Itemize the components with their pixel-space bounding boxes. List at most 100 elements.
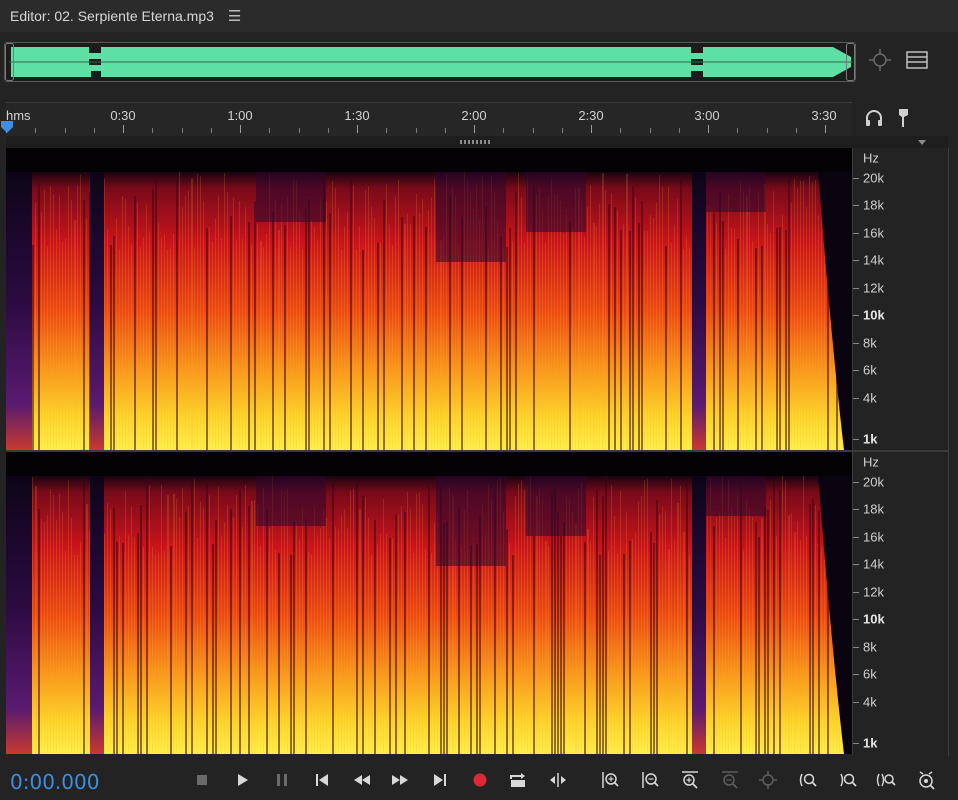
record-button[interactable] [468,768,492,792]
frequency-unit-label: Hz [863,150,879,166]
frequency-label: 12k [863,584,884,600]
frequency-tick [853,288,859,289]
zoom-to-selection-button[interactable] [756,768,780,792]
frequency-label: 12k [863,280,884,296]
current-time-display[interactable]: 0:00.000 [10,770,99,794]
ruler-tick [591,125,592,133]
list-view-icon[interactable] [906,50,928,70]
frequency-label: 1k [863,735,878,751]
overview-waveform[interactable] [4,42,856,82]
ruler-tick [93,128,95,133]
frequency-axis-right: Hz 20k 18k 16k 14k 12k 10k 8k 6k 4k 1k [852,452,948,754]
stop-icon [197,775,207,785]
zoom-in-amplitude-icon [602,772,619,788]
ruler-tick [64,128,66,133]
frequency-label: 6k [863,666,877,682]
frequency-label: 8k [863,639,877,655]
frequency-tick [853,260,859,261]
frequency-tick [853,205,859,206]
frequency-label: 10k [863,611,885,627]
play-icon [238,774,248,786]
frequency-tick [853,619,859,620]
skip-to-end-icon [434,774,446,786]
frequency-label: 4k [863,390,877,406]
frequency-label: 14k [863,252,884,268]
frequency-label: 16k [863,225,884,241]
hamburger-icon[interactable]: ☰ [228,7,241,25]
ruler-tick [327,128,329,133]
ruler-tick [181,128,183,133]
zoom-navigator-icon[interactable] [868,48,892,72]
zoom-in-time-icon [682,771,698,789]
ruler-tick [532,128,534,133]
zoom-to-selection-icon [759,771,777,789]
frequency-tick [853,592,859,593]
zoom-selection-icon [876,773,896,787]
spectrogram-channel-left[interactable] [6,148,852,450]
frequency-tick [853,743,859,744]
frequency-axis-left: Hz 20k 18k 16k 14k 12k 10k 8k 6k 4k 1k [852,148,948,450]
ruler-tick [795,128,797,133]
ruler-tick [620,128,622,133]
fast-forward-button[interactable] [388,768,412,792]
zoom-in-left-button[interactable] [796,768,820,792]
playhead-marker[interactable] [0,120,14,134]
pause-button[interactable] [270,768,294,792]
time-ruler[interactable]: hms 0:30 1:00 1:30 2:00 2:30 3:00 3:30 [6,102,852,136]
resize-grip-icon[interactable] [460,140,492,144]
ruler-tick [35,128,37,133]
zoom-out-time-icon [722,771,738,789]
zoom-out-amplitude-icon [642,772,659,788]
ruler-label: 2:30 [578,108,604,123]
rewind-button[interactable] [350,768,374,792]
skip-selection-button[interactable] [546,768,570,792]
zoom-out-time-button[interactable] [718,768,742,792]
zoom-selection-button[interactable] [874,768,898,792]
frequency-tick [853,674,859,675]
ruler-tick [737,128,739,133]
frequency-label: 16k [863,529,884,545]
ruler-label: 3:30 [811,108,837,123]
marker-pin-icon[interactable] [896,108,910,128]
frequency-tick [853,233,859,234]
zoom-in-right-button[interactable] [836,768,860,792]
ruler-tick [649,128,651,133]
spectrogram-display [6,148,852,450]
panel-title: Editor: 02. Serpiente Eterna.mp3 [10,8,214,24]
zoom-full-button[interactable] [914,768,938,792]
frequency-label: 20k [863,170,884,186]
rewind-icon [354,775,370,785]
frequency-label: 18k [863,501,884,517]
zoom-in-amplitude-button[interactable] [598,768,622,792]
ruler-tick [415,128,417,133]
ruler-label: 3:00 [694,108,720,123]
zoom-in-time-button[interactable] [678,768,702,792]
frequency-tick [853,482,859,483]
ruler-tick [357,125,358,133]
frequency-label: 1k [863,431,878,447]
skip-to-end-button[interactable] [428,768,452,792]
stop-button[interactable] [190,768,214,792]
skip-to-start-button[interactable] [310,768,334,792]
frequency-tick [853,702,859,703]
ruler-label: 1:30 [344,108,370,123]
frequency-label: 6k [863,362,877,378]
ruler-tick [474,125,475,133]
ruler-label: 1:00 [227,108,253,123]
panel-title-bar: Editor: 02. Serpiente Eterna.mp3 ☰ [0,0,958,32]
chevron-down-icon[interactable] [918,140,926,145]
ruler-tick [825,125,826,133]
fast-forward-icon [392,775,408,785]
ruler-label: 0:30 [110,108,136,123]
ruler-tick [386,128,388,133]
loop-button[interactable] [506,768,530,792]
ruler-tick [152,128,154,133]
frequency-label: 18k [863,197,884,213]
spectrogram-channel-right[interactable] [6,452,852,754]
frequency-tick [853,647,859,648]
headphones-icon[interactable] [864,108,884,128]
play-button[interactable] [230,768,254,792]
ruler-tick [678,128,680,133]
zoom-out-amplitude-button[interactable] [638,768,662,792]
frequency-label: 14k [863,556,884,572]
